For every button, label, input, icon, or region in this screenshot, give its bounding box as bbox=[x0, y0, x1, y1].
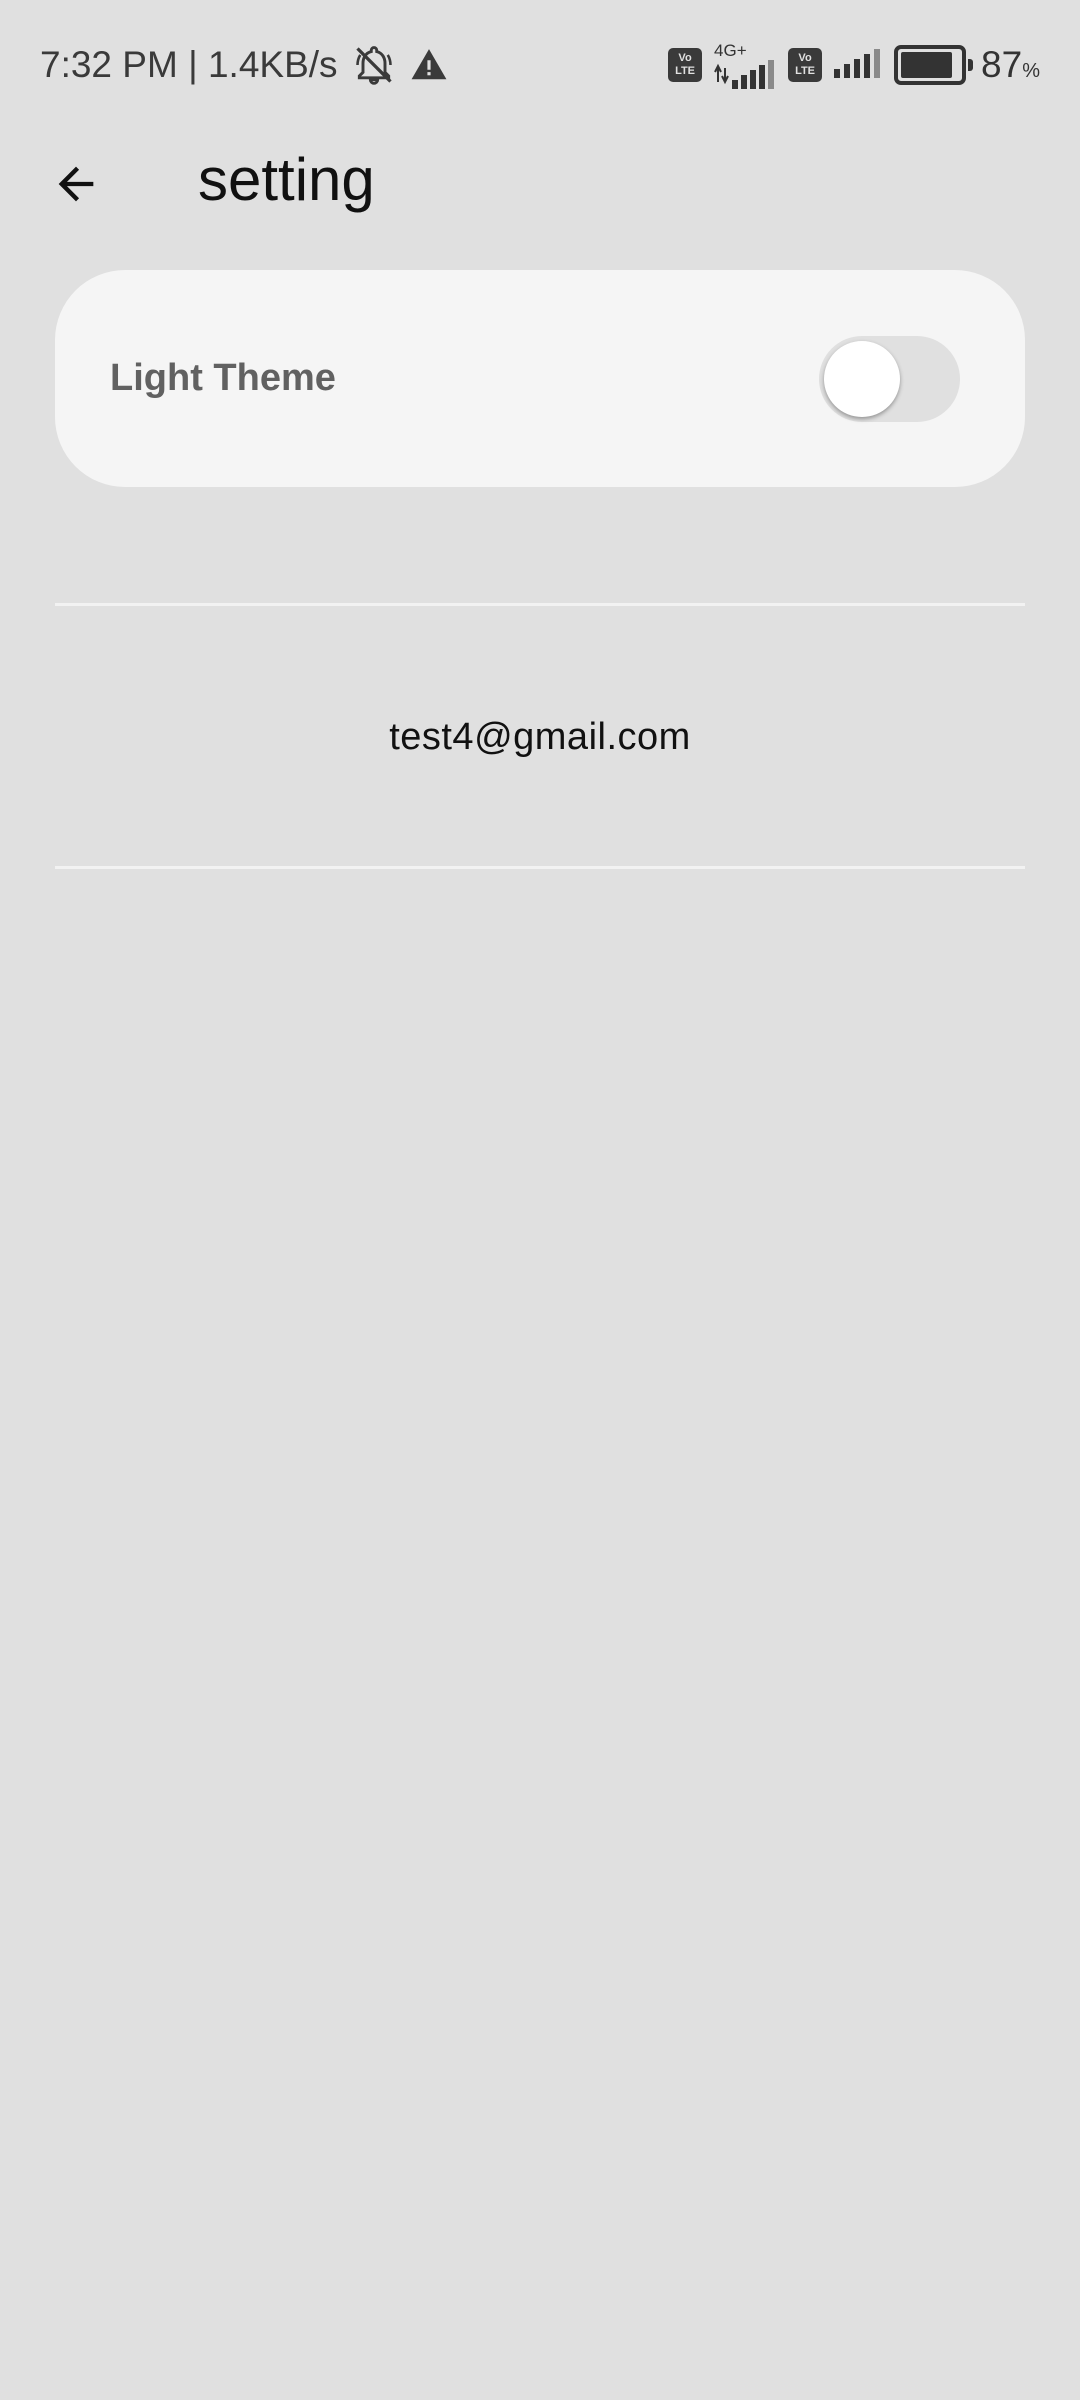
battery-value: 87 bbox=[981, 44, 1023, 85]
divider bbox=[55, 603, 1025, 606]
notifications-off-icon bbox=[352, 43, 396, 87]
signal-icon bbox=[832, 47, 884, 84]
battery-icon: 87% bbox=[894, 44, 1040, 86]
app-bar: setting bbox=[0, 130, 1080, 230]
battery-unit: % bbox=[1022, 60, 1040, 82]
battery-percentage: 87% bbox=[981, 44, 1040, 86]
light-theme-label: Light Theme bbox=[110, 357, 336, 399]
network-type-label: 4G+ bbox=[714, 41, 747, 60]
volte-top-text: Vo bbox=[678, 52, 692, 64]
status-left: 7:32 PM | 1.4KB/s bbox=[40, 40, 448, 90]
volte-icon: Vo LTE bbox=[668, 48, 703, 82]
status-time-speed: 7:32 PM | 1.4KB/s bbox=[40, 44, 338, 85]
arrow-back-icon bbox=[58, 166, 94, 202]
volte-bottom-text: LTE bbox=[675, 65, 696, 77]
account-email: test4@gmail.com bbox=[389, 716, 691, 758]
volte-icon: Vo LTE bbox=[788, 48, 823, 82]
battery-fill bbox=[901, 52, 952, 78]
battery-cap bbox=[968, 59, 974, 71]
back-button[interactable] bbox=[36, 144, 116, 224]
battery-body bbox=[894, 45, 967, 85]
warning-icon bbox=[410, 46, 448, 84]
status-right: Vo LTE 4G+ Vo LTE 87% bbox=[668, 40, 1040, 90]
divider bbox=[55, 866, 1025, 869]
volte-bottom-text: LTE bbox=[795, 65, 816, 77]
toggle-knob[interactable] bbox=[824, 341, 900, 417]
signal-icon: 4G+ bbox=[712, 40, 778, 90]
page-title: setting bbox=[198, 146, 375, 213]
light-theme-toggle[interactable] bbox=[819, 336, 960, 422]
status-bar: 7:32 PM | 1.4KB/s Vo LTE 4G+ Vo LTE 87% bbox=[0, 0, 1080, 130]
volte-top-text: Vo bbox=[798, 52, 812, 64]
theme-setting-card: Light Theme bbox=[55, 270, 1025, 487]
